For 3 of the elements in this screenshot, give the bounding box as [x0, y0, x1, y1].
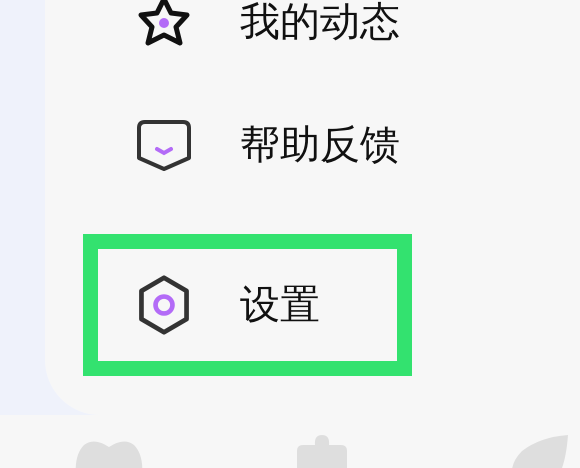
- puzzle-icon[interactable]: [295, 433, 349, 468]
- leaf-icon[interactable]: [510, 433, 570, 468]
- menu-item[interactable]: 设置: [83, 234, 412, 376]
